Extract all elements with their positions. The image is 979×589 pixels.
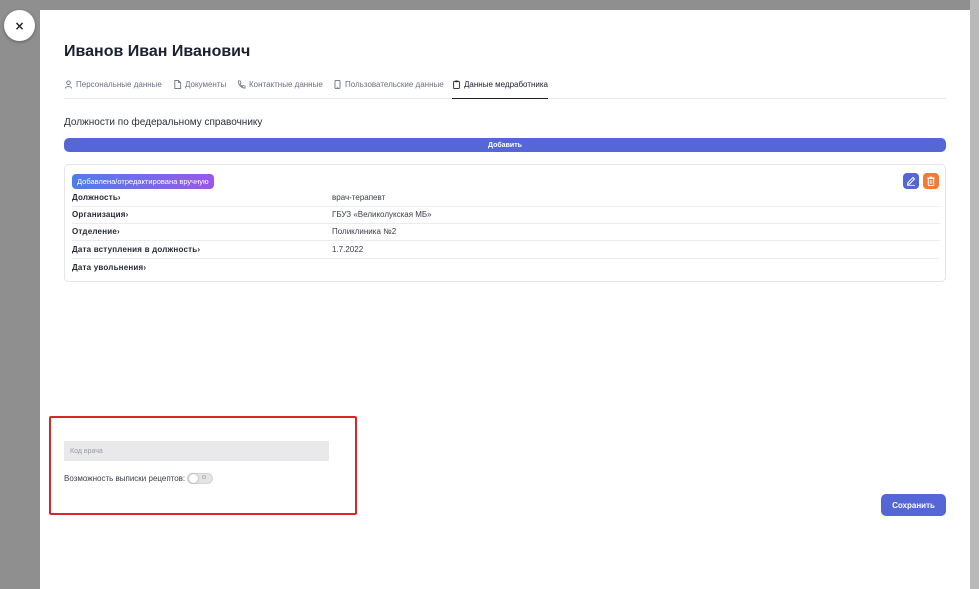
position-card: Добавлена/отредактирована вручную Должно… [64, 164, 946, 282]
edit-button[interactable] [903, 173, 919, 189]
toggle-knob [189, 474, 198, 483]
field-row-organization: Организация› ГБУЗ «Великолукская МБ» [72, 207, 940, 224]
clipboard-icon [453, 80, 460, 89]
mobile-icon [334, 80, 341, 89]
doctor-code-input[interactable] [64, 441, 329, 461]
tab-personal-data[interactable]: Персональные данные [64, 80, 162, 99]
highlight-frame [49, 416, 357, 515]
pencil-icon [906, 176, 916, 186]
save-button[interactable]: Сохранить [881, 494, 946, 516]
tab-label: Персональные данные [76, 80, 162, 89]
tab-label: Пользовательские данные [345, 80, 444, 89]
field-label: Дата вступления в должность› [72, 245, 201, 254]
tab-contact-data[interactable]: Контактные данные [237, 80, 323, 99]
close-button[interactable]: × [4, 10, 35, 41]
tab-label: Контактные данные [249, 80, 323, 89]
tab-label: Данные медработника [464, 80, 548, 89]
add-position-button[interactable]: Добавить [64, 138, 946, 152]
toggle-state: О [202, 475, 206, 481]
page-title: Иванов Иван Иванович [64, 43, 251, 60]
prescription-toggle-label: Возможность выписки рецептов: [64, 474, 186, 483]
field-label: Должность› [72, 193, 121, 202]
user-icon [64, 80, 73, 89]
field-label: Дата увольнения› [72, 263, 147, 272]
tab-label: Документы [185, 80, 227, 89]
phone-icon [237, 80, 246, 89]
field-value: ГБУЗ «Великолукская МБ» [332, 210, 432, 219]
field-row-department: Отделение› Поликлиника №2 [72, 224, 940, 241]
tab-user-data[interactable]: Пользовательские данные [333, 80, 444, 99]
field-row-position: Должность› врач-терапевт [72, 190, 940, 207]
document-icon [174, 80, 182, 89]
backdrop-scrollbar-area [970, 0, 979, 589]
tab-documents[interactable]: Документы [173, 80, 226, 99]
field-row-end-date: Дата увольнения› [72, 260, 940, 277]
field-value: Поликлиника №2 [332, 227, 397, 236]
tab-bar: Персональные данные Документы Контактные… [64, 74, 946, 99]
field-label: Отделение› [72, 227, 120, 236]
tab-medical-worker-data[interactable]: Данные медработника [452, 80, 548, 99]
employee-panel: Иванов Иван Иванович Персональные данные… [40, 10, 970, 589]
close-icon: × [14, 18, 25, 33]
manual-edit-badge: Добавлена/отредактирована вручную [72, 174, 214, 189]
prescription-toggle[interactable]: О [187, 473, 213, 484]
field-label: Организация› [72, 210, 129, 219]
field-value: 1.7.2022 [332, 245, 364, 254]
trash-icon [927, 176, 935, 186]
section-title: Должности по федеральному справочнику [64, 117, 263, 128]
field-row-start-date: Дата вступления в должность› 1.7.2022 [72, 242, 940, 259]
delete-button[interactable] [923, 173, 939, 189]
field-value: врач-терапевт [332, 193, 386, 202]
